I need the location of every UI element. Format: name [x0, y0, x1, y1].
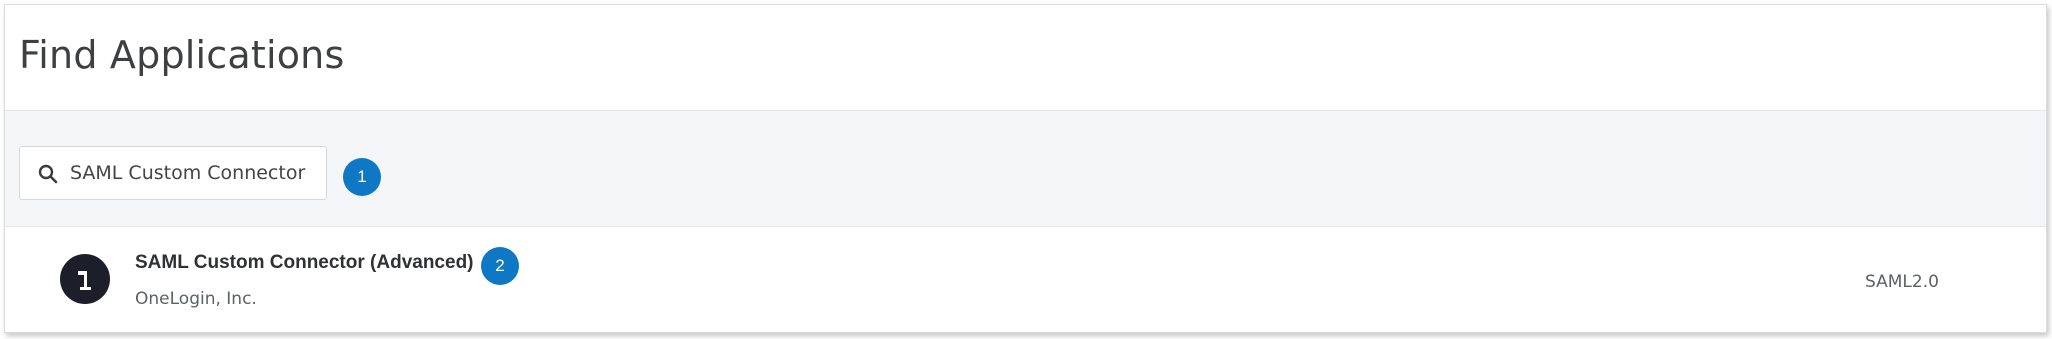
search-icon	[38, 164, 58, 184]
search-input[interactable]	[70, 157, 315, 189]
app-protocol: SAML2.0	[1865, 272, 1939, 292]
onelogin-logo	[60, 254, 110, 304]
step-callout-1: 1	[343, 158, 381, 196]
app-window: Find Applications 1 SAML Custom Connecto…	[4, 4, 2047, 333]
search-field[interactable]	[19, 146, 327, 200]
app-vendor: OneLogin, Inc.	[135, 289, 257, 309]
app-result-row[interactable]: SAML Custom Connector (Advanced) OneLogi…	[5, 226, 2046, 332]
page-title: Find Applications	[19, 33, 345, 77]
step-callout-2: 2	[481, 247, 519, 285]
page-header: Find Applications	[5, 5, 2046, 111]
app-name[interactable]: SAML Custom Connector (Advanced)	[135, 252, 474, 274]
